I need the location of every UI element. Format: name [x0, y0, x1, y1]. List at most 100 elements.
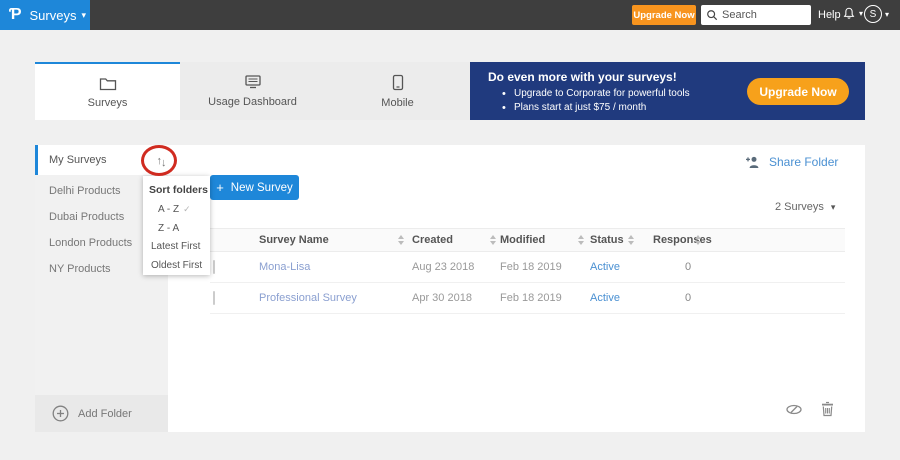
sort-arrows-icon[interactable]: [578, 235, 584, 245]
column-header-status[interactable]: Status: [590, 234, 624, 246]
avatar: S: [864, 5, 882, 23]
folder-icon: [99, 76, 117, 91]
row-checkbox[interactable]: [213, 291, 215, 305]
created-date: Apr 30 2018: [412, 292, 472, 304]
promo-title: Do even more with your surveys!: [488, 70, 677, 84]
promo-bullet: Upgrade to Corporate for powerful tools: [502, 88, 690, 100]
surveys-table: Survey Name Created Modified Status Resp…: [210, 228, 845, 314]
chevron-down-icon: ▾: [81, 9, 87, 20]
sidebar-item-label: Dubai Products: [49, 211, 125, 223]
caret-down-icon: [628, 241, 634, 245]
chevron-down-icon: ▾: [859, 9, 864, 18]
promo-bullet: Plans start at just $75 / month: [502, 102, 690, 114]
account-menu[interactable]: S ▾: [864, 5, 889, 23]
table-header-row: Survey Name Created Modified Status Resp…: [210, 228, 845, 252]
responses-count: 0: [685, 261, 692, 273]
tab-label: Surveys: [87, 96, 128, 109]
menu-item-latest-first[interactable]: Latest First: [151, 241, 200, 252]
tab-usage-dashboard[interactable]: Usage Dashboard: [180, 62, 325, 120]
sidebar-item-label: London Products: [49, 237, 133, 249]
content-card: My Surveys ↑↓ Delhi Products Dubai Produ…: [35, 145, 865, 432]
sort-arrows-icon[interactable]: [695, 235, 701, 245]
menu-item-a-z[interactable]: A - Z ✓: [158, 204, 191, 215]
survey-count-dropdown[interactable]: 2 Surveys ▾: [775, 201, 835, 213]
caret-down-icon: [398, 241, 404, 245]
notifications-button[interactable]: ▾: [842, 6, 863, 21]
chevron-down-icon: ▾: [830, 201, 836, 212]
new-survey-label: New Survey: [230, 181, 293, 194]
tab-label: Mobile: [381, 96, 414, 109]
promo-bullets: Upgrade to Corporate for powerful tools …: [502, 88, 690, 116]
tab-surveys[interactable]: Surveys: [35, 62, 180, 120]
tab-label: Usage Dashboard: [208, 96, 297, 108]
chevron-down-icon: ▾: [885, 9, 890, 19]
plus-circle-icon: [52, 405, 69, 422]
arrow-down-icon: ↓: [161, 157, 166, 169]
upgrade-now-button[interactable]: Upgrade Now: [632, 5, 696, 25]
section-tabs: Surveys Usage Dashboard Mobile: [35, 62, 470, 120]
table-row: Professional Survey Apr 30 2018 Feb 18 2…: [210, 283, 845, 314]
add-folder-label: Add Folder: [78, 407, 132, 420]
modified-date: Feb 18 2019: [500, 261, 562, 273]
sort-folders-button[interactable]: ↑↓: [149, 150, 173, 172]
plus-icon: +: [216, 180, 224, 195]
app-menu-label: Surveys: [29, 7, 77, 23]
check-icon: ✓: [183, 204, 191, 214]
tab-mobile[interactable]: Mobile: [325, 62, 470, 120]
share-folder-button[interactable]: Share Folder: [745, 155, 838, 169]
search-input[interactable]: [722, 9, 806, 21]
menu-item-label: Oldest First: [151, 260, 203, 271]
caret-down-icon: [490, 241, 496, 245]
help-link[interactable]: Help: [818, 9, 841, 21]
new-survey-button[interactable]: + New Survey: [210, 175, 299, 200]
row-checkbox[interactable]: [213, 260, 215, 274]
caret-down-icon: [695, 241, 701, 245]
dashboard-icon: [244, 74, 262, 90]
add-person-icon: [745, 155, 761, 169]
survey-count-label: 2 Surveys: [775, 201, 824, 213]
mobile-icon: [392, 74, 404, 91]
link-icon[interactable]: [785, 403, 803, 416]
caret-up-icon: [628, 235, 634, 239]
responses-count: 0: [685, 292, 692, 304]
modified-date: Feb 18 2019: [500, 292, 562, 304]
sort-arrows-icon[interactable]: [490, 235, 496, 245]
sidebar-item-label: NY Products: [49, 263, 111, 275]
proprofs-logo-icon: Ƥ: [9, 6, 22, 23]
caret-down-icon: [578, 241, 584, 245]
menu-item-label: Latest First: [151, 241, 201, 252]
survey-name-link[interactable]: Professional Survey: [259, 292, 357, 304]
survey-name-link[interactable]: Mona-Lisa: [259, 261, 310, 273]
caret-up-icon: [398, 235, 404, 239]
sidebar-item-label: My Surveys: [49, 154, 107, 166]
menu-item-z-a[interactable]: Z - A: [158, 223, 179, 234]
promo-banner: Do even more with your surveys! Upgrade …: [470, 62, 865, 120]
app-switcher[interactable]: Ƥ Surveys ▾: [0, 0, 90, 30]
top-bar: Ƥ Surveys ▾ Upgrade Now Help ▾ S ▾: [0, 0, 900, 30]
search-box[interactable]: [701, 5, 811, 25]
status-badge: Active: [590, 261, 620, 273]
trash-icon[interactable]: [820, 401, 835, 417]
column-header-modified[interactable]: Modified: [500, 234, 545, 246]
created-date: Aug 23 2018: [412, 261, 475, 273]
add-folder-button[interactable]: Add Folder: [35, 395, 168, 432]
caret-up-icon: [578, 235, 584, 239]
sort-folders-menu: Sort folders A - Z ✓ Z - A Latest First O…: [143, 176, 210, 275]
caret-up-icon: [695, 235, 701, 239]
sort-arrows-icon[interactable]: [398, 235, 404, 245]
sidebar-item-label: Delhi Products: [49, 185, 121, 197]
banner-upgrade-button[interactable]: Upgrade Now: [747, 78, 849, 105]
menu-item-label: Z - A: [158, 223, 180, 234]
sort-menu-title: Sort folders: [149, 184, 208, 196]
menu-item-oldest-first[interactable]: Oldest First: [151, 260, 202, 271]
menu-item-label: A - Z: [158, 204, 180, 215]
column-header-responses[interactable]: Responses: [653, 234, 712, 246]
status-badge: Active: [590, 292, 620, 304]
table-row: Mona-Lisa Aug 23 2018 Feb 18 2019 Active…: [210, 252, 845, 283]
column-header-created[interactable]: Created: [412, 234, 453, 246]
column-header-survey-name[interactable]: Survey Name: [259, 234, 329, 246]
share-folder-label: Share Folder: [769, 155, 839, 169]
bulk-actions: [785, 401, 835, 417]
sort-arrows-icon[interactable]: [628, 235, 634, 245]
caret-up-icon: [490, 235, 496, 239]
